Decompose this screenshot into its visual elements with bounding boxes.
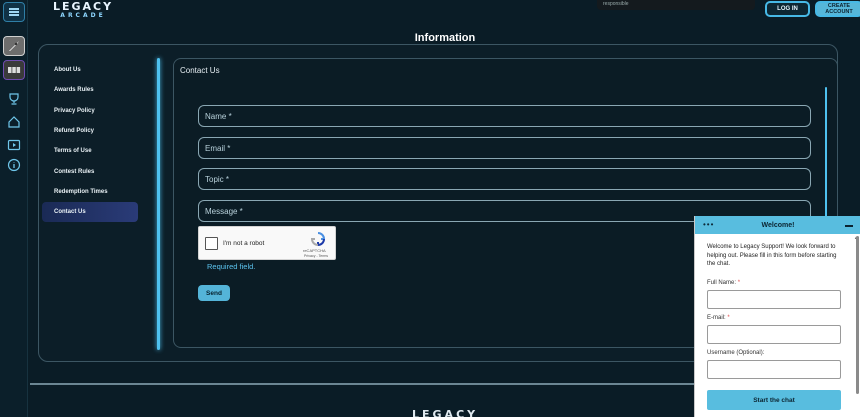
full-name-label: Full Name: * [707, 280, 740, 286]
footer-logo: LEGACY [412, 408, 479, 417]
divider-glow [157, 58, 160, 350]
email-field[interactable]: Email * [198, 137, 811, 159]
page-title: Information [414, 32, 476, 44]
name-placeholder: Name * [205, 111, 232, 121]
required-star: * [727, 315, 730, 321]
chat-intro: Welcome to Legacy Support! We look forwa… [707, 244, 837, 267]
name-field[interactable]: Name * [198, 105, 811, 127]
full-name-label-text: Full Name: [707, 280, 737, 286]
sidebar-item-about-us[interactable]: About Us [42, 60, 138, 80]
trophy-icon[interactable] [7, 92, 21, 106]
chat-title: Welcome! [761, 221, 795, 229]
contact-title: Contact Us [180, 66, 220, 75]
logo-bottom: ARCADE [60, 12, 106, 19]
create-account-button[interactable]: CREATE ACCOUNT [815, 1, 860, 17]
info-icon[interactable] [7, 158, 21, 172]
required-notice: Required field. [207, 262, 256, 271]
topic-field[interactable]: Topic * [198, 168, 811, 190]
recaptcha-links[interactable]: Privacy - Terms [304, 254, 328, 258]
username-label: Username (Optional): [707, 350, 765, 356]
chat-email-input[interactable] [707, 325, 841, 344]
recaptcha-label: I'm not a robot [223, 240, 265, 247]
chat-full-name-input[interactable] [707, 290, 841, 309]
menu-button[interactable] [3, 2, 25, 22]
chat-widget: ••• Welcome! ▲ Welcome to Legacy Support… [694, 216, 860, 417]
recaptcha-widget: I'm not a robot reCAPTCHA Privacy - Term… [198, 226, 336, 260]
notification-text: responsible [603, 1, 629, 7]
email-label-text: E-mail: [707, 315, 726, 321]
minimize-icon[interactable] [845, 225, 853, 227]
recaptcha-checkbox[interactable] [205, 237, 218, 250]
chat-scrollbar[interactable] [856, 236, 859, 394]
contact-scrollbar[interactable] [825, 87, 827, 227]
sidebar-item-awards-rules[interactable]: Awards Rules [42, 80, 138, 100]
start-chat-button[interactable]: Start the chat [707, 390, 841, 410]
slots-icon [8, 67, 21, 73]
topic-placeholder: Topic * [205, 174, 230, 184]
home-icon[interactable] [7, 115, 21, 129]
notification-bar: responsible [597, 0, 755, 10]
rail-game-button-2[interactable] [3, 60, 25, 80]
create-label-2: ACCOUNT [825, 9, 853, 15]
sidebar-item-privacy-policy[interactable]: Privacy Policy [42, 101, 138, 121]
chat-username-input[interactable] [707, 360, 841, 379]
sidebar-item-contact-us[interactable]: Contact Us [42, 202, 138, 223]
email-placeholder: Email * [205, 143, 231, 153]
login-button[interactable]: LOG IN [765, 1, 810, 17]
left-rail [0, 0, 28, 417]
recaptcha-logo-icon [310, 232, 326, 247]
recaptcha-brand: reCAPTCHA [303, 248, 326, 253]
sidebar-item-refund-policy[interactable]: Refund Policy [42, 121, 138, 141]
sidebar-item-terms-of-use[interactable]: Terms of Use [42, 141, 138, 161]
info-sidebar: About Us Awards Rules Privacy Policy Ref… [42, 60, 138, 223]
logo-top: LEGACY [52, 0, 114, 13]
play-icon[interactable] [7, 138, 21, 152]
send-button[interactable]: Send [198, 285, 230, 301]
hamburger-icon [9, 11, 19, 13]
chat-header: ••• Welcome! [695, 216, 860, 234]
site-logo[interactable]: LEGACY ARCADE [48, 1, 118, 19]
sidebar-item-redemption-times[interactable]: Redemption Times [42, 182, 138, 202]
message-placeholder: Message * [205, 206, 243, 216]
chat-menu-icon[interactable]: ••• [703, 220, 714, 229]
sidebar-item-contest-rules[interactable]: Contest Rules [42, 161, 138, 181]
email-label: E-mail: * [707, 315, 730, 321]
required-star: * [737, 280, 741, 286]
